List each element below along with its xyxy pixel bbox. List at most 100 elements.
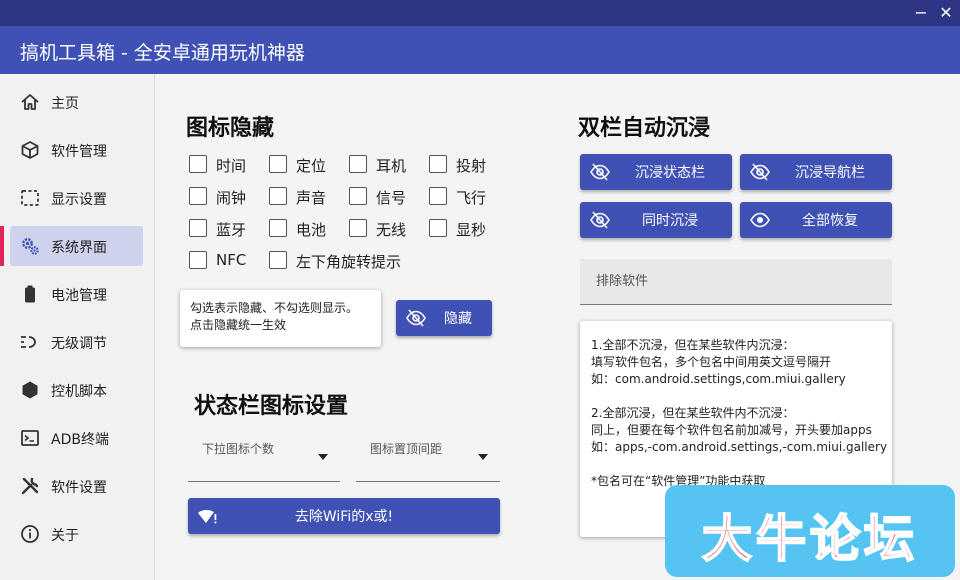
remove-wifi-mark-button[interactable]: 去除WiFi的x或! [188,498,500,534]
terminal-icon [20,428,40,448]
checkbox-label: NFC [216,251,247,269]
hide-tip-card: 勾选表示隐藏、不勾选则显示。 点击隐藏统一生效 [180,290,381,347]
checkbox-label: 耳机 [376,157,407,175]
close-button[interactable]: ✕ [935,3,957,23]
checkbox-box[interactable] [189,155,207,173]
help-line: 1.全部不沉浸，但在某些软件内沉浸： [591,338,795,352]
checkbox-box[interactable] [189,187,207,205]
dropdown-icon-count[interactable]: 下拉图标个数 [188,434,340,482]
title-bar: 搞机工具箱 - 全安卓通用玩机神器 [0,26,960,74]
hexagon-icon [20,380,40,400]
adjust-icon [20,332,40,352]
checkbox-alarm[interactable]: 闹钟 [189,186,259,208]
sidebar-item-label: 电池管理 [51,288,107,304]
checkbox-label: 蓝牙 [216,221,247,239]
checkbox-sound[interactable]: 声音 [269,186,339,208]
sidebar-item-adjust[interactable]: 无级调节 [10,322,143,362]
immersive-title: 双栏自动沉浸 [578,116,711,141]
checkbox-location[interactable]: 定位 [269,154,339,176]
checkbox-rotation-hint[interactable]: 左下角旋转提示 [269,250,419,272]
checkbox-cast[interactable]: 投射 [429,154,499,176]
immersive-both-button[interactable]: 同时沉浸 [580,202,732,238]
checkbox-box[interactable] [189,251,207,269]
sidebar-item-software[interactable]: 软件管理 [10,130,143,170]
checkbox-label: 信号 [376,189,407,207]
checkbox-label: 飞行 [456,189,487,207]
help-line: 同上，但要在每个软件包名前加减号，开头要加apps [591,423,872,437]
dropdown-icon-margin[interactable]: 图标置顶间距 [356,434,500,482]
tip-line: 点击隐藏统一生效 [190,318,287,332]
restore-all-label: 全部恢复 [802,213,858,229]
checkbox-label: 左下角旋转提示 [296,253,402,271]
checkbox-wireless[interactable]: 无线 [349,218,419,240]
sidebar-item-settings[interactable]: 软件设置 [10,466,143,506]
checkbox-airplane[interactable]: 飞行 [429,186,499,208]
chevron-down-icon [478,454,488,460]
help-line: 如：com.android.settings,com.miui.gallery [591,372,846,386]
display-frame-icon [20,188,40,208]
exclude-apps-input[interactable] [580,259,892,305]
checkbox-label: 声音 [296,189,327,207]
icon-hide-title: 图标隐藏 [186,116,275,141]
checkbox-box[interactable] [349,219,367,237]
sidebar-item-adb-terminal[interactable]: ADB终端 [10,418,143,458]
info-icon [20,524,40,544]
checkbox-label: 时间 [216,157,247,175]
checkbox-headset[interactable]: 耳机 [349,154,419,176]
sidebar-item-label: 关于 [51,528,79,544]
sidebar-item-battery[interactable]: 电池管理 [10,274,143,314]
checkbox-label: 投射 [456,157,487,175]
restore-all-button[interactable]: 全部恢复 [740,202,892,238]
sidebar-item-system-ui[interactable]: 系统界面 [0,226,143,266]
app-title: 搞机工具箱 - 全安卓通用玩机神器 [20,42,305,64]
checkbox-box[interactable] [429,187,447,205]
checkbox-box[interactable] [349,187,367,205]
checkbox-box[interactable] [429,155,447,173]
minimize-button[interactable]: − [910,3,932,23]
dropdown-hint: 图标置顶间距 [370,442,443,456]
immersive-statusbar-button[interactable]: 沉浸状态栏 [580,154,732,190]
sidebar-item-label: 软件设置 [51,480,107,496]
dropdown-hint: 下拉图标个数 [202,442,275,456]
remove-wifi-mark-label: 去除WiFi的x或! [294,509,394,525]
statusbar-icons-title: 状态栏图标设置 [194,394,349,419]
hide-button[interactable]: 隐藏 [396,300,492,336]
sidebar-item-label: 显示设置 [51,192,107,208]
checkbox-box[interactable] [429,219,447,237]
checkbox-box[interactable] [269,251,287,269]
checkbox-box[interactable] [269,155,287,173]
checkbox-label: 闹钟 [216,189,247,207]
checkbox-nfc[interactable]: NFC [189,250,259,272]
immersive-both-label: 同时沉浸 [642,213,698,229]
sidebar-item-home[interactable]: 主页 [10,82,143,122]
checkbox-signal[interactable]: 信号 [349,186,419,208]
forum-watermark: 大牛论坛 [665,485,955,577]
checkbox-box[interactable] [189,219,207,237]
checkbox-battery[interactable]: 电池 [269,218,339,240]
checkbox-box[interactable] [269,187,287,205]
help-line [591,456,881,473]
sidebar: 主页 软件管理 显示设置 系统界面 电池管理 无级调节 控机脚本 ADB终端 软… [0,74,155,580]
sidebar-item-label: 无级调节 [51,336,107,352]
help-line: 如：apps,-com.android.settings,-com.miui.g… [591,440,888,454]
sidebar-item-label: 主页 [51,96,79,112]
checkbox-label: 定位 [296,157,327,175]
checkbox-label: 电池 [296,221,327,239]
sidebar-item-display[interactable]: 显示设置 [10,178,143,218]
checkbox-show-seconds[interactable]: 显秒 [429,218,499,240]
tools-icon [20,476,40,496]
sidebar-item-label: ADB终端 [51,432,109,448]
immersive-navbar-button[interactable]: 沉浸导航栏 [740,154,892,190]
home-icon [20,92,40,112]
sidebar-item-about[interactable]: 关于 [10,514,143,554]
checkbox-bluetooth[interactable]: 蓝牙 [189,218,259,240]
checkbox-time[interactable]: 时间 [189,154,259,176]
checkbox-box[interactable] [349,155,367,173]
immersive-statusbar-label: 沉浸状态栏 [635,165,705,181]
sidebar-item-scripts[interactable]: 控机脚本 [10,370,143,410]
checkbox-box[interactable] [269,219,287,237]
box-icon [20,140,40,160]
chevron-down-icon [318,454,328,460]
window-top-strip: − ✕ [0,0,960,26]
hide-button-label: 隐藏 [444,311,472,327]
